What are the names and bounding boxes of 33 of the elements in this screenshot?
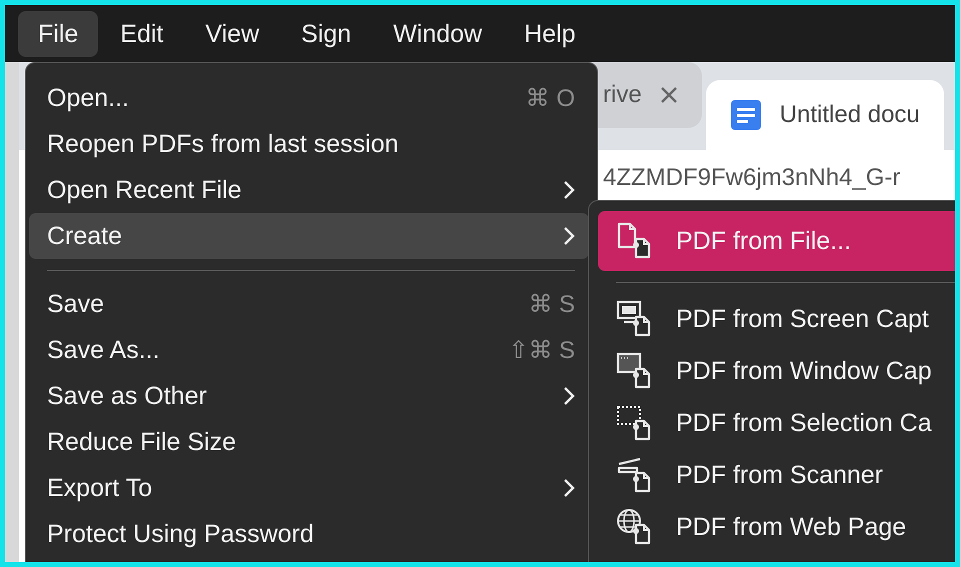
scanner-document-icon (616, 456, 652, 494)
menu-bar-item[interactable]: View (185, 10, 280, 56)
menu-item[interactable]: Reduce File Size (29, 419, 589, 465)
menu-item[interactable]: Export To (29, 465, 589, 511)
menu-bar-item[interactable]: Help (504, 10, 596, 56)
menu-item[interactable]: PDF from Screen Capt (598, 293, 955, 345)
menu-item[interactable]: Open Recent File (29, 167, 589, 213)
menu-bar-item[interactable]: File (18, 10, 98, 56)
menu-item[interactable]: Save as Other (29, 373, 589, 419)
monitor-document-icon (616, 300, 652, 338)
menu-item[interactable]: Protect Using Password (29, 511, 589, 557)
shortcut-text: ⇧⌘ S (508, 336, 575, 364)
browser-tab[interactable]: Untitled docu (706, 80, 944, 150)
menu-bar-item[interactable]: Edit (100, 10, 184, 56)
document-icon (730, 99, 762, 131)
shortcut-text: ⌘ S (528, 290, 575, 318)
menu-item[interactable]: Save As... ⇧⌘ S (29, 327, 589, 373)
globe-document-icon (616, 508, 652, 546)
menu-item[interactable]: PDF from Selection Ca (598, 397, 955, 449)
shortcut-text: ⌘ O (526, 84, 575, 112)
menu-item[interactable]: PDF from File... (598, 211, 955, 271)
url-text: 4ZZMDF9Fw6jm3nNh4_G-r (603, 164, 900, 192)
menu-item[interactable]: PDF from Window Cap (598, 345, 955, 397)
close-icon[interactable] (660, 86, 678, 104)
window-document-icon (616, 352, 652, 390)
selection-document-icon (616, 404, 652, 442)
menu-bar-item[interactable]: Sign (281, 10, 372, 56)
menu-item[interactable]: PDF from Web Page (598, 501, 955, 553)
documents-icon (616, 222, 652, 260)
menu-bar-item[interactable]: Window (373, 10, 502, 56)
menu-item[interactable]: PDF from Scanner (598, 449, 955, 501)
menu-item[interactable]: Create (29, 213, 589, 259)
menu-item[interactable]: Save ⌘ S (29, 281, 589, 327)
